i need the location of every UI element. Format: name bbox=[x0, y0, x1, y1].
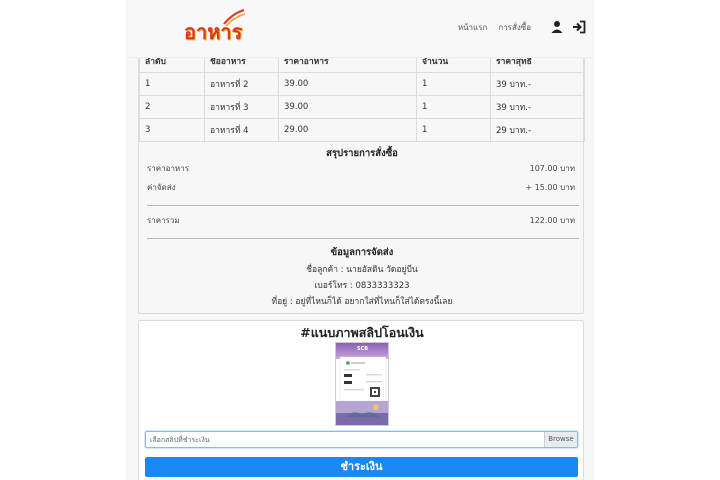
logo-swoosh-icon bbox=[223, 9, 246, 27]
summary-total-row: ราคารวม 122.00 บาท bbox=[147, 214, 575, 227]
browse-button[interactable]: Browse bbox=[544, 432, 577, 447]
summary-ship-row: ค่าจัดส่ง + 15.00 บาท bbox=[147, 181, 575, 194]
cell-price: 39.00 bbox=[278, 95, 417, 119]
cell-food: อาหารที่ 3 bbox=[204, 95, 279, 119]
cell-food: อาหารที่ 2 bbox=[204, 72, 279, 96]
left-margin bbox=[0, 0, 126, 480]
nav-links: หน้าแรก การสั่งซื้อ bbox=[458, 20, 586, 34]
cell-food: อาหารที่ 4 bbox=[204, 118, 279, 142]
summary-food-label: ราคาอาหาร bbox=[147, 164, 189, 173]
summary-food-value: 107.00 บาท bbox=[529, 164, 575, 173]
slip-title: #แนบภาพสลิปโอนเงิน bbox=[300, 325, 424, 340]
cell-qty: 1 bbox=[416, 72, 491, 96]
main-content: อาหาร หน้าแรก การสั่งซื้อ ลำดับ ชื่ออาหา… bbox=[126, 0, 594, 480]
cell-net: 39 บาท.- bbox=[490, 72, 585, 96]
order-card: ลำดับ ชื่ออาหาร ราคาอาหาร จำนวน ราคาสุทธ… bbox=[138, 48, 585, 314]
shipping-title: ข้อมูลการจัดส่ง bbox=[330, 247, 394, 258]
cell-price: 39.00 bbox=[278, 72, 417, 96]
table-row: 1 อาหารที่ 2 39.00 1 39 บาท.- bbox=[139, 72, 585, 96]
summary-divider bbox=[147, 205, 579, 206]
cell-index: 2 bbox=[139, 95, 205, 119]
slip-bank-label: SCB bbox=[357, 346, 369, 352]
cell-price: 29.00 bbox=[278, 118, 417, 142]
slip-illustration bbox=[336, 343, 388, 425]
slip-file-input[interactable]: เลือกสลิปที่ชำระเงิน Browse bbox=[145, 431, 578, 448]
order-table: ลำดับ ชื่ออาหาร ราคาอาหาร จำนวน ราคาสุทธ… bbox=[139, 49, 585, 142]
summary-ship-value: + 15.00 บาท bbox=[525, 183, 575, 192]
shipping-name: ชื่อลูกค้า : นายอัสติน วัดอยู่บีน bbox=[306, 265, 418, 275]
shipping-phone: เบอร์โทร : 0833333323 bbox=[314, 281, 410, 291]
shipping-address: ที่อยู่ : อยู่ที่ไหนก็ได้ อยากใส่ที่ไหนก… bbox=[271, 297, 453, 307]
navbar: อาหาร หน้าแรก การสั่งซื้อ bbox=[126, 0, 594, 58]
table-row: 3 อาหารที่ 4 29.00 1 29 บาท.- bbox=[139, 118, 585, 142]
slip-file-placeholder: เลือกสลิปที่ชำระเงิน bbox=[150, 436, 210, 444]
cell-net: 39 บาท.- bbox=[490, 95, 585, 119]
pay-button[interactable]: ชำระเงิน bbox=[145, 457, 578, 477]
nav-link-home[interactable]: หน้าแรก bbox=[458, 21, 488, 34]
logo[interactable]: อาหาร bbox=[184, 8, 246, 44]
summary-total-label: ราคารวม bbox=[147, 216, 180, 225]
sign-out-icon[interactable] bbox=[572, 20, 586, 34]
user-icon[interactable] bbox=[550, 20, 564, 34]
cell-index: 1 bbox=[139, 72, 205, 96]
slip-preview-image: SCB bbox=[335, 342, 389, 426]
cell-qty: 1 bbox=[416, 95, 491, 119]
slip-card: #แนบภาพสลิปโอนเงิน SCB เลือกสลิปที่ชำระเ… bbox=[138, 320, 584, 480]
summary-title: สรุปรายการสั่งซื้อ bbox=[326, 148, 398, 159]
summary-food-row: ราคาอาหาร 107.00 บาท bbox=[147, 162, 575, 175]
cell-index: 3 bbox=[139, 118, 205, 142]
shipping-divider bbox=[147, 238, 579, 239]
nav-link-orders[interactable]: การสั่งซื้อ bbox=[498, 21, 531, 34]
table-row: 2 อาหารที่ 3 39.00 1 39 บาท.- bbox=[139, 95, 585, 119]
summary-total-value: 122.00 บาท bbox=[529, 216, 575, 225]
right-margin bbox=[594, 0, 720, 480]
page: อาหาร หน้าแรก การสั่งซื้อ ลำดับ ชื่ออาหา… bbox=[0, 0, 720, 480]
cell-qty: 1 bbox=[416, 118, 491, 142]
summary-ship-label: ค่าจัดส่ง bbox=[147, 183, 176, 192]
cell-net: 29 บาท.- bbox=[490, 118, 585, 142]
